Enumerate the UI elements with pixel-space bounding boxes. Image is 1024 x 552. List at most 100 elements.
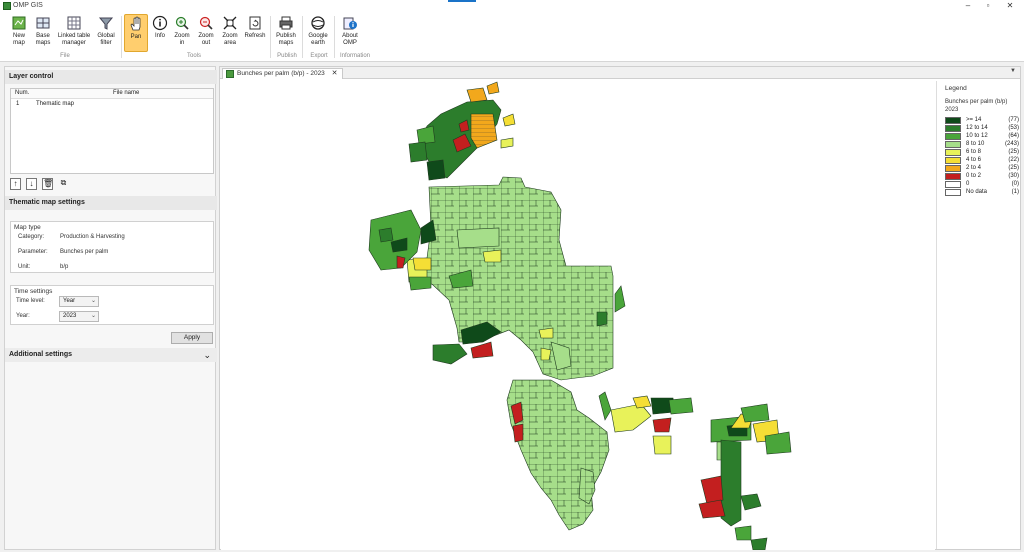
new-map-icon xyxy=(12,16,26,30)
map-tab-icon xyxy=(226,70,234,78)
additional-settings-header[interactable]: Additional settings ⌄ xyxy=(5,348,217,362)
legend-row: 8 to 10 (243) xyxy=(945,141,1019,149)
zoom-area-icon xyxy=(223,16,237,30)
legend-class-label: 6 to 8 xyxy=(966,149,982,155)
unit-value: b/p xyxy=(60,264,69,270)
zoom-area-button[interactable]: Zoom area xyxy=(218,14,242,52)
map-type-caption: Map type xyxy=(14,224,41,231)
zoom-out-button[interactable]: Zoom out xyxy=(194,14,218,52)
legend-class-label: 2 to 4 xyxy=(966,165,982,171)
tab-menu-icon[interactable]: ▼ xyxy=(1010,68,1016,74)
legend-class-count: (53) xyxy=(1008,125,1019,131)
ribbon-separator xyxy=(270,16,271,58)
left-panel: Layer control Num. File name 1 Thematic … xyxy=(4,66,217,550)
close-window-button[interactable]: ✕ xyxy=(1000,0,1020,12)
global-filter-label-2: filter xyxy=(100,39,112,46)
new-map-label-1: New xyxy=(12,33,25,39)
zoom-out-label-2: out xyxy=(201,39,211,46)
about-omp-button[interactable]: About OMP xyxy=(336,14,364,52)
filter-icon xyxy=(98,17,114,30)
maximize-button[interactable]: ▫ xyxy=(978,0,998,12)
legend-class-count: (30) xyxy=(1008,173,1019,179)
time-level-select[interactable]: Year ⌄ xyxy=(59,296,99,307)
close-tab-icon[interactable]: ✕ xyxy=(332,70,338,77)
zoom-in-button[interactable]: Zoom in xyxy=(170,14,194,52)
move-layer-up-icon[interactable]: ↑ xyxy=(10,178,21,190)
title-accent xyxy=(448,0,476,2)
time-level-value: Year xyxy=(63,298,76,304)
col-filename-header: File name xyxy=(113,90,140,96)
legend-class-count: (243) xyxy=(1004,141,1019,147)
legend-swatch xyxy=(945,181,961,188)
legend-swatch xyxy=(945,149,961,156)
year-select[interactable]: 2023 ⌄ xyxy=(59,311,99,322)
group-label-tools: Tools xyxy=(186,53,201,59)
linked-table-manager-button[interactable]: Linked table manager xyxy=(56,14,92,52)
legend-class-label: 0 xyxy=(966,181,970,187)
legend-row: 10 to 12 (64) xyxy=(945,133,1019,141)
about-omp-label-2: OMP xyxy=(343,39,357,46)
legend-title: Legend xyxy=(945,85,967,92)
apply-button[interactable]: Apply xyxy=(171,332,213,344)
unit-label: Unit: xyxy=(18,264,31,270)
time-settings-box: Time settings Time level: Year ⌄ Year: 2… xyxy=(10,285,214,325)
time-settings-caption: Time settings xyxy=(14,288,53,295)
tab-strip: Bunches per palm (b/p) - 2023 ✕ ▼ xyxy=(220,67,1020,79)
zoom-area-label-1: Zoom xyxy=(222,33,238,39)
linked-table-label-1: Linked table xyxy=(57,33,91,39)
printer-icon xyxy=(279,16,293,30)
linked-table-label-2: manager xyxy=(62,39,86,46)
chevron-down-icon: ⌄ xyxy=(90,298,96,304)
legend-class-label: No data xyxy=(966,189,988,195)
about-omp-label-1: About xyxy=(342,33,358,39)
minimize-button[interactable]: – xyxy=(958,0,978,12)
thematic-map-svg[interactable] xyxy=(221,80,935,551)
legend-subtitle: Bunches per palm (b/p) xyxy=(945,99,1008,105)
tab-label: Bunches per palm (b/p) - 2023 xyxy=(237,70,325,77)
legend-class-count: (77) xyxy=(1008,117,1019,123)
year-label: Year: xyxy=(16,313,30,319)
publish-maps-label-2: maps xyxy=(278,39,294,46)
base-maps-label-2: maps xyxy=(35,39,51,46)
legend-row: >= 14 (77) xyxy=(945,117,1019,125)
global-filter-button[interactable]: Global filter xyxy=(92,14,120,52)
layer-table: Num. File name 1 Thematic map xyxy=(10,88,214,174)
base-maps-button[interactable]: Base maps xyxy=(29,14,57,52)
pan-button[interactable]: Pan xyxy=(124,14,148,52)
move-layer-down-icon[interactable]: ↓ xyxy=(26,178,37,190)
legend-swatch xyxy=(945,189,961,196)
tab-thematic-map[interactable]: Bunches per palm (b/p) - 2023 ✕ xyxy=(222,68,343,79)
legend-swatch xyxy=(945,117,961,124)
google-earth-button[interactable]: Google earth xyxy=(304,14,332,52)
group-label-export: Export xyxy=(310,53,328,59)
layer-properties-icon[interactable]: ⧉ xyxy=(58,178,69,190)
layer-row[interactable]: 1 Thematic map xyxy=(11,99,213,109)
about-icon xyxy=(343,17,357,30)
layer-num: 1 xyxy=(16,101,20,107)
map-canvas[interactable] xyxy=(221,80,935,551)
delete-layer-icon[interactable]: 🗑 xyxy=(42,178,53,190)
table-icon xyxy=(67,16,81,30)
refresh-button[interactable]: Refresh xyxy=(242,14,268,52)
chevron-down-icon: ⌄ xyxy=(203,350,211,360)
publish-maps-label-1: Publish xyxy=(276,33,296,39)
legend-row: 4 to 6 (22) xyxy=(945,157,1019,165)
legend-class-count: (22) xyxy=(1008,157,1019,163)
pan-label: Pan xyxy=(130,34,142,40)
legend-swatch xyxy=(945,141,961,148)
title-bar: OMP GIS – ▫ ✕ xyxy=(0,0,1024,12)
info-button[interactable]: Info xyxy=(148,14,172,52)
legend-class-count: (64) xyxy=(1008,133,1019,139)
zoom-out-icon xyxy=(199,16,213,30)
base-maps-label-1: Base xyxy=(36,33,50,39)
group-label-publish: Publish xyxy=(277,53,297,59)
zoom-area-label-2: area xyxy=(223,39,236,46)
layer-table-header: Num. File name xyxy=(11,89,213,99)
parameter-label: Parameter: xyxy=(18,249,48,255)
google-earth-icon xyxy=(311,16,325,30)
year-value: 2023 xyxy=(63,313,77,319)
legend-swatch xyxy=(945,165,961,172)
publish-maps-button[interactable]: Publish maps xyxy=(272,14,300,52)
layer-control-header: Layer control xyxy=(5,70,217,84)
thematic-settings-header: Thematic map settings xyxy=(5,196,217,210)
